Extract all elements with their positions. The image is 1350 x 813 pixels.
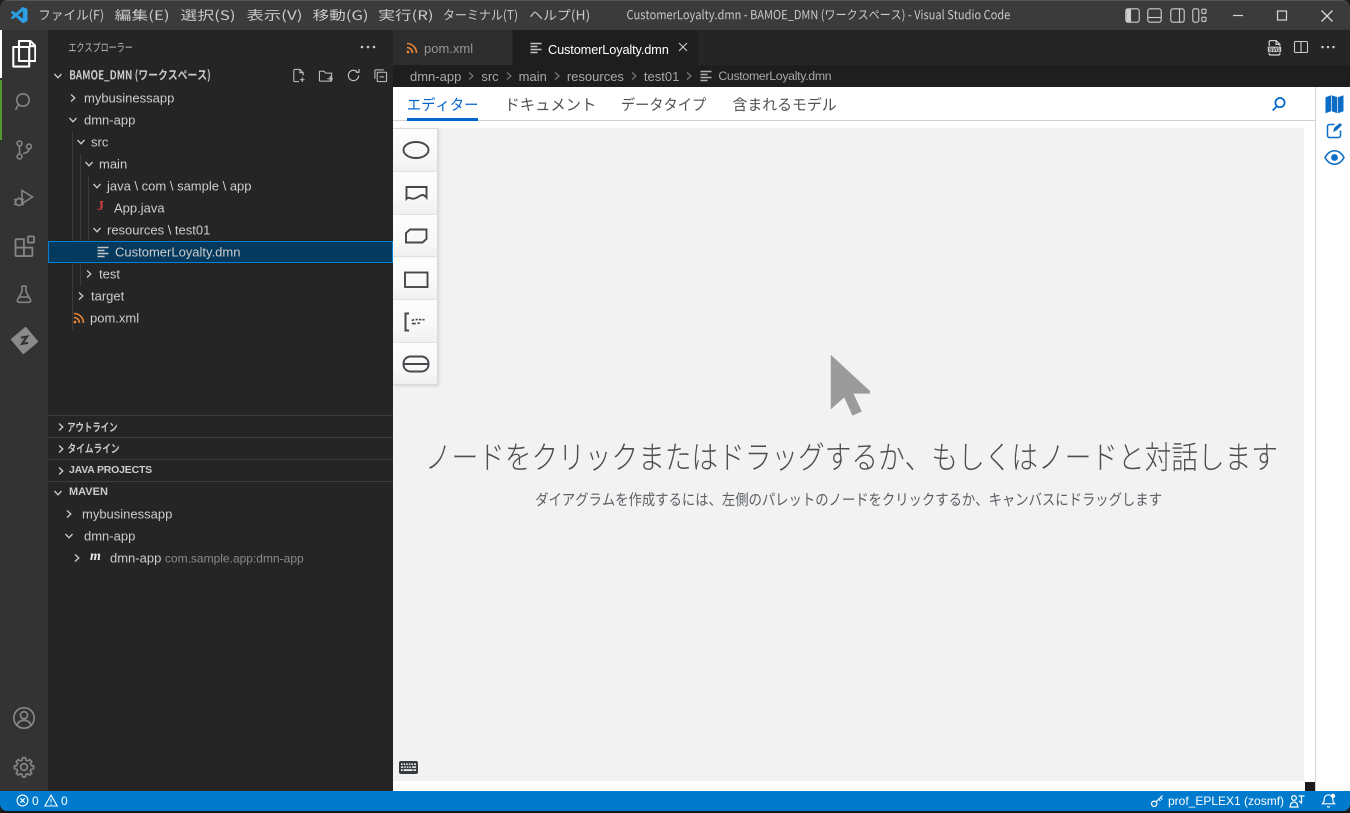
svg-text:SVG: SVG (1269, 47, 1280, 53)
